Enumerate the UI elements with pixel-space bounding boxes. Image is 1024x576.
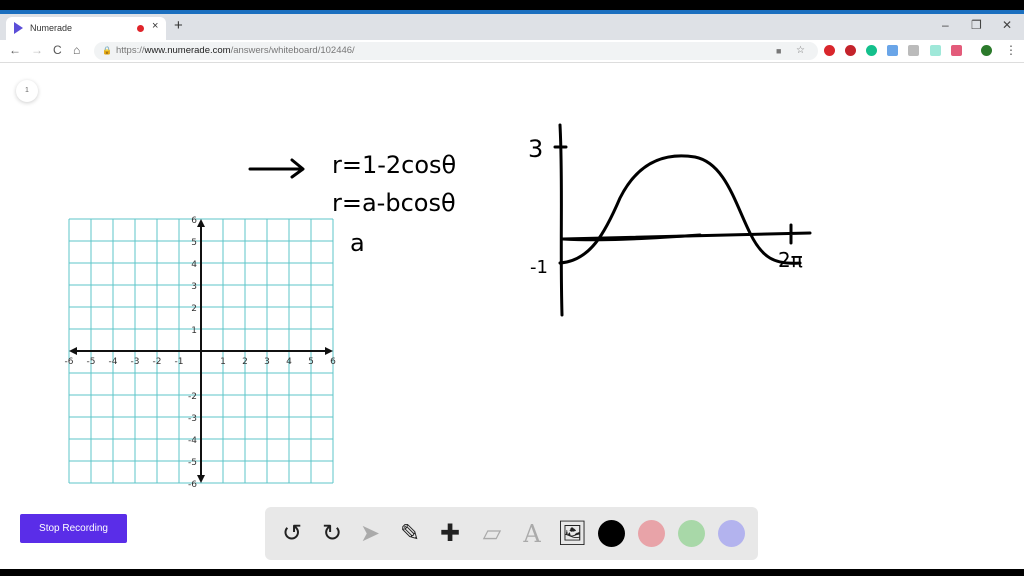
profile-avatar[interactable] — [981, 45, 992, 56]
reload-button[interactable]: C — [53, 43, 62, 57]
tab-strip: Numerade × + – ❐ ✕ — [0, 14, 1024, 40]
x-label-2pi: 2π — [778, 248, 803, 272]
y-tick-label: 5 — [191, 238, 197, 248]
axis-arrow-icon — [69, 347, 77, 355]
whiteboard-drawing: -6 -5 -4 -3 -2 -1 1 2 3 4 5 6 6 5 4 3 2 1 -2 -3 -4 -5 -6 r=1-2… — [65, 123, 812, 490]
y-tick-label: -5 — [188, 458, 197, 468]
add-icon[interactable]: ✚ — [435, 519, 465, 549]
note-a: a — [350, 229, 365, 257]
x-tick-label: -2 — [153, 357, 162, 367]
extension-icon[interactable] — [824, 45, 835, 56]
x-tick-label: 5 — [308, 357, 314, 367]
undo-icon[interactable]: ↺ — [277, 519, 307, 549]
lock-icon: 🔒 — [102, 46, 112, 55]
arrow-stroke — [248, 158, 305, 179]
y-label-minus-1: -1 — [530, 257, 548, 278]
image-icon[interactable]: 🖼 — [557, 519, 587, 549]
numerade-logo-icon — [14, 22, 23, 34]
extension-icon[interactable] — [908, 45, 919, 56]
camera-icon[interactable]: ■ — [776, 42, 781, 60]
axis-arrow-icon — [325, 347, 333, 355]
x-tick-label: 4 — [286, 357, 292, 367]
x-tick-label: 2 — [242, 357, 248, 367]
close-window-button[interactable]: ✕ — [1002, 18, 1012, 32]
sketch-curve — [558, 154, 802, 265]
color-swatch[interactable] — [718, 520, 745, 547]
x-tick-label: -5 — [87, 357, 96, 367]
y-tick-label: 4 — [191, 260, 197, 270]
tab-close-button[interactable]: × — [152, 20, 158, 32]
whiteboard-canvas[interactable]: 1 -6 -5 -4 -3 -2 -1 1 2 3 4 5 6 6 5 4 3 2 1 -2 -3 -4 -5 -6 r=1… — [0, 63, 1024, 569]
equation-1: r=1-2cosθ — [332, 151, 456, 179]
axis-arrow-icon — [197, 475, 205, 483]
stop-recording-button[interactable]: Stop Recording — [20, 514, 127, 543]
x-tick-label: -4 — [109, 357, 118, 367]
sketch-y-axis — [558, 123, 564, 317]
y-label-3: 3 — [528, 135, 543, 163]
extension-icon[interactable] — [930, 45, 941, 56]
tab-title: Numerade — [30, 23, 73, 33]
recording-indicator-icon — [137, 25, 144, 32]
bookmark-star-icon[interactable]: ☆ — [796, 42, 805, 60]
x-tick-label: 3 — [264, 357, 270, 367]
url-text: https://www.numerade.com/answers/whitebo… — [116, 45, 355, 56]
y-tick-label: 3 — [191, 282, 197, 292]
extension-icon[interactable] — [951, 45, 962, 56]
equation-2: r=a-bcosθ — [332, 189, 456, 217]
x-tick-label: 1 — [220, 357, 226, 367]
tab-numerade[interactable]: Numerade × — [6, 17, 166, 40]
color-swatch[interactable] — [678, 520, 705, 547]
grammarly-icon[interactable] — [866, 45, 877, 56]
os-bottom-bar — [0, 569, 1024, 576]
pencil-icon[interactable]: ✎ — [395, 519, 425, 549]
x-tick-label: -6 — [65, 357, 74, 367]
coordinate-grid: -6 -5 -4 -3 -2 -1 1 2 3 4 5 6 6 5 4 3 2 1 -2 -3 -4 -5 -6 — [65, 216, 337, 490]
y-tick-label: 1 — [191, 326, 197, 336]
y-tick-label: 6 — [191, 216, 197, 226]
handwritten-text: r=1-2cosθ r=a-bcosθ a 3 -1 2π — [332, 135, 803, 278]
home-button[interactable]: ⌂ — [73, 43, 80, 57]
address-bar[interactable]: 🔒 https://www.numerade.com/answers/white… — [94, 42, 818, 60]
browser-toolbar: ← → C ⌂ 🔒 https://www.numerade.com/answe… — [0, 40, 1024, 63]
y-tick-label: 2 — [191, 304, 197, 314]
maximize-button[interactable]: ❐ — [971, 18, 982, 32]
eraser-icon[interactable]: ▱ — [477, 519, 507, 549]
y-tick-label: -4 — [188, 436, 197, 446]
extension-icon[interactable] — [887, 45, 898, 56]
pointer-icon[interactable]: ➤ — [355, 519, 385, 549]
x-tick-label: -1 — [175, 357, 184, 367]
axis-arrow-icon — [197, 219, 205, 227]
x-tick-label: -3 — [131, 357, 140, 367]
y-tick-label: -6 — [188, 480, 197, 490]
new-tab-button[interactable]: + — [174, 17, 183, 34]
y-tick-label: -2 — [188, 392, 197, 402]
drawing-toolbar: ↺ ↻ ➤ ✎ ✚ ▱ A 🖼 — [265, 507, 758, 560]
forward-button[interactable]: → — [31, 43, 43, 57]
color-swatch[interactable] — [638, 520, 665, 547]
extension-icon[interactable] — [845, 45, 856, 56]
back-button[interactable]: ← — [9, 43, 21, 57]
menu-icon[interactable]: ⋮ — [1005, 43, 1017, 57]
text-icon[interactable]: A — [517, 519, 547, 549]
y-tick-label: -3 — [188, 414, 197, 424]
x-tick-label: 6 — [330, 357, 336, 367]
color-swatch[interactable] — [598, 520, 625, 547]
redo-icon[interactable]: ↻ — [317, 519, 347, 549]
minimize-button[interactable]: – — [942, 18, 949, 32]
